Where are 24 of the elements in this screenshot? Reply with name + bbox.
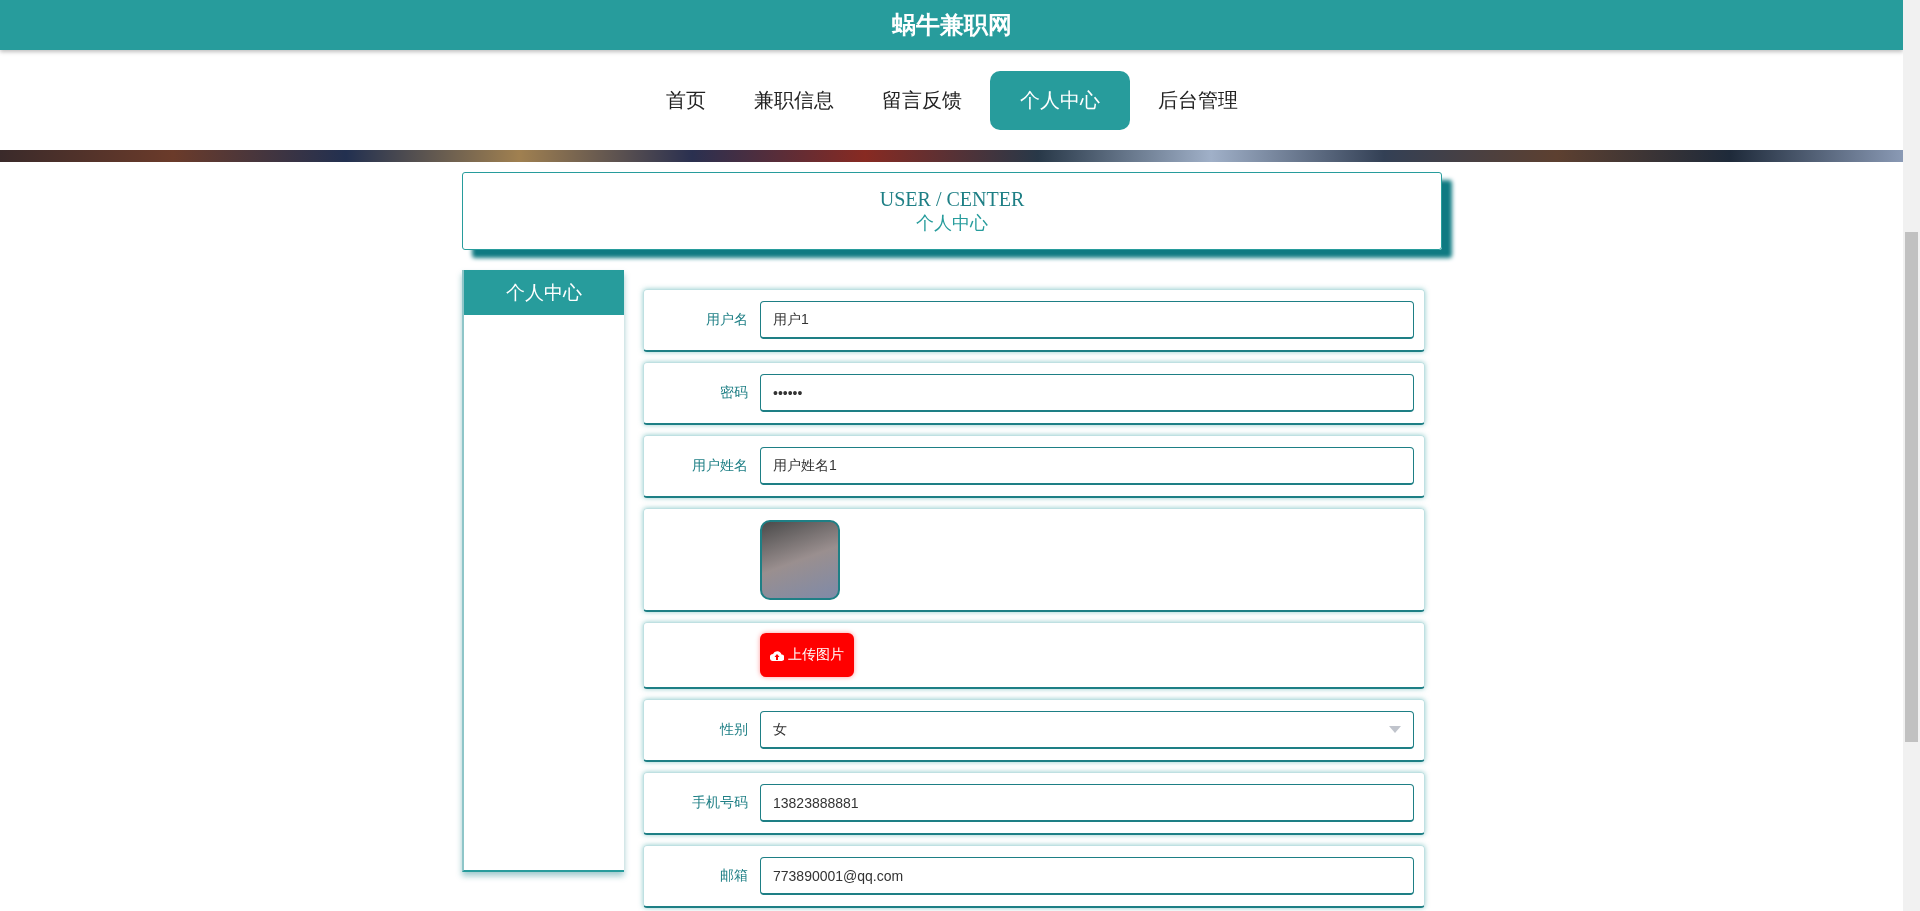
- nav-tab[interactable]: 兼职信息: [733, 72, 854, 128]
- input-field[interactable]: 13823888881: [760, 784, 1414, 822]
- input-field[interactable]: ••••••: [760, 374, 1414, 412]
- nav-tab[interactable]: 后台管理: [1137, 72, 1258, 128]
- sidebar-title: 个人中心: [464, 270, 624, 315]
- site-title: 蜗牛兼职网: [891, 10, 1012, 40]
- input-field[interactable]: 773890001@qq.com: [760, 857, 1414, 895]
- field-label: 性别: [718, 721, 748, 739]
- field-label: 邮箱: [719, 867, 748, 885]
- field-label: 用户姓名: [691, 457, 748, 475]
- caret-icon: [1389, 726, 1401, 733]
- field-label: 密码: [719, 384, 748, 402]
- field-label: 用户名: [705, 311, 748, 329]
- field-label: 手机号码: [691, 794, 748, 812]
- nav-tab[interactable]: 留言反馈: [861, 72, 982, 128]
- scrollbar[interactable]: [1903, 0, 1920, 911]
- cloud-upload-icon: [770, 649, 784, 661]
- upload-button[interactable]: 上传图片: [760, 633, 854, 677]
- section-title-en: USER / CENTER: [879, 187, 1025, 211]
- input-field[interactable]: 用户1: [760, 301, 1414, 339]
- select-field[interactable]: 女: [760, 711, 1414, 749]
- section-title-zh: 个人中心: [916, 211, 988, 235]
- nav-tab[interactable]: 首页: [645, 72, 726, 128]
- input-field[interactable]: 用户姓名1: [760, 447, 1414, 485]
